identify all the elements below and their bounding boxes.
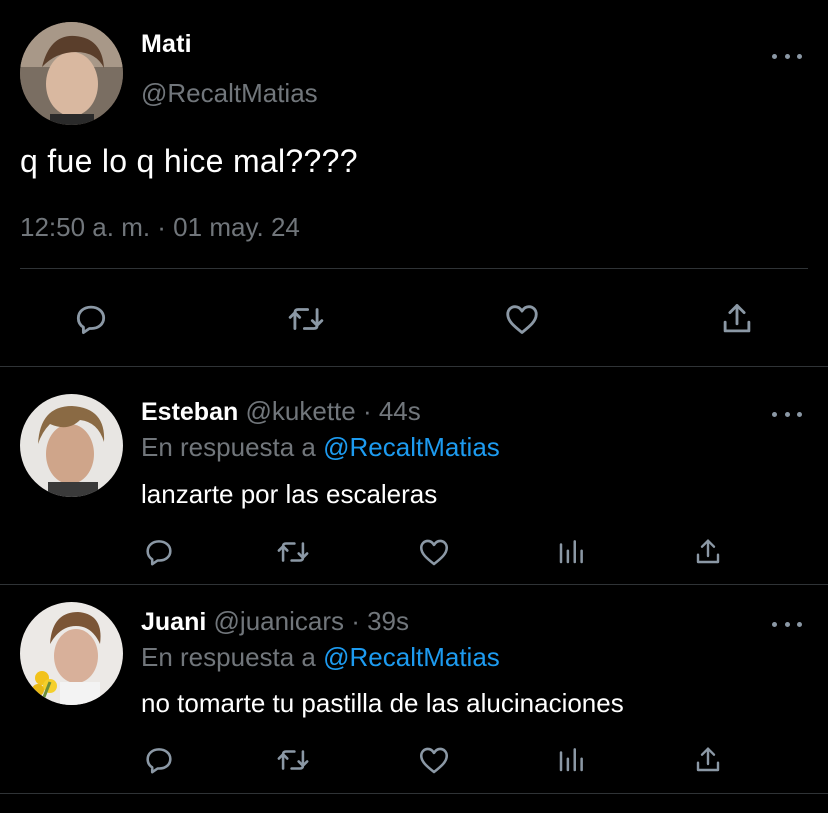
like-icon[interactable]	[414, 742, 454, 778]
analytics-icon[interactable]	[554, 534, 588, 570]
divider	[20, 268, 808, 269]
author-handle[interactable]: @kukette	[246, 396, 356, 426]
avatar[interactable]	[20, 602, 123, 705]
retweet-icon[interactable]	[272, 534, 314, 570]
tweet-thread: Mati @RecaltMatias q fue lo q hice mal??…	[0, 0, 828, 813]
reply-context-label: En respuesta a	[141, 642, 316, 672]
tweet-text: lanzarte por las escaleras	[141, 479, 438, 509]
avatar[interactable]	[20, 22, 123, 125]
more-options-icon[interactable]	[772, 408, 802, 420]
reply-icon[interactable]	[140, 534, 178, 570]
reply-icon[interactable]	[140, 742, 178, 778]
author-handle[interactable]: @juanicars	[214, 606, 344, 636]
share-icon[interactable]	[716, 298, 758, 340]
share-icon[interactable]	[690, 534, 726, 570]
tweet-timestamp[interactable]: 12:50 a. m. · 01 may. 24	[20, 212, 300, 243]
tweet-age[interactable]: · 44s	[363, 396, 421, 426]
retweet-icon[interactable]	[284, 298, 328, 340]
retweet-icon[interactable]	[272, 742, 314, 778]
reply-context: En respuesta a @RecaltMatias	[141, 642, 500, 673]
author-name[interactable]: Juani	[141, 608, 206, 636]
reply-context-label: En respuesta a	[141, 432, 316, 462]
analytics-icon[interactable]	[554, 742, 588, 778]
mention-link[interactable]: @RecaltMatias	[323, 642, 500, 672]
tweet-text: no tomarte tu pastilla de las alucinacio…	[141, 688, 624, 718]
reply-context: En respuesta a @RecaltMatias	[141, 432, 500, 463]
reply-tweet: Esteban @kukette · 44s En respuesta a @R…	[0, 366, 828, 585]
avatar[interactable]	[20, 394, 123, 497]
like-icon[interactable]	[500, 298, 544, 340]
more-options-icon[interactable]	[772, 618, 802, 630]
like-icon[interactable]	[414, 534, 454, 570]
author-name[interactable]: Esteban	[141, 398, 238, 426]
author-name[interactable]: Mati	[141, 30, 192, 59]
share-icon[interactable]	[690, 742, 726, 778]
author-handle[interactable]: @RecaltMatias	[141, 78, 318, 109]
tweet-text: q fue lo q hice mal????	[20, 143, 358, 179]
tweet-age[interactable]: · 39s	[351, 606, 409, 636]
reply-icon[interactable]	[70, 298, 112, 340]
reply-tweet: Juani @juanicars · 39s En respuesta a @R…	[0, 584, 828, 794]
reply-header: Juani @juanicars · 39s	[141, 606, 409, 637]
mention-link[interactable]: @RecaltMatias	[323, 432, 500, 462]
more-options-icon[interactable]	[772, 50, 802, 62]
reply-header: Esteban @kukette · 44s	[141, 396, 421, 427]
main-tweet: Mati @RecaltMatias q fue lo q hice mal??…	[0, 0, 828, 367]
